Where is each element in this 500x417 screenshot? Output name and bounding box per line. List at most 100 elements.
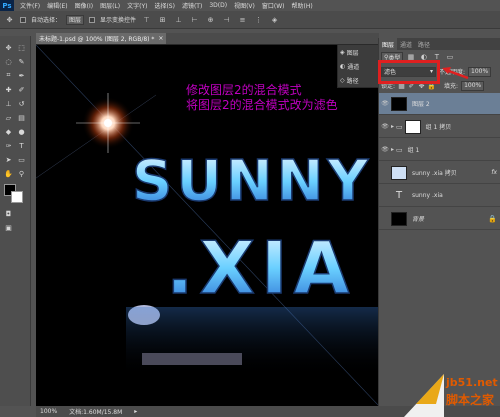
history-brush-icon[interactable]: ↺: [16, 98, 27, 109]
dock-item-paths[interactable]: ◇ 路径: [338, 73, 379, 87]
expand-arrow-icon[interactable]: ▸: [391, 146, 394, 153]
fill-label: 填充:: [444, 83, 459, 90]
type-icon[interactable]: T: [16, 140, 27, 151]
eye-icon[interactable]: 👁: [379, 100, 391, 107]
menu-window[interactable]: 窗口(W): [262, 1, 285, 10]
shape-icon[interactable]: ▭: [16, 154, 27, 165]
photoshop-logo: Ps: [0, 0, 14, 11]
3d-mode-icon[interactable]: ◈: [269, 15, 280, 25]
menu-edit[interactable]: 编辑(E): [47, 1, 67, 10]
blur-icon[interactable]: ◆: [3, 126, 14, 137]
menu-type[interactable]: 文字(Y): [127, 1, 147, 10]
pen-icon[interactable]: ✑: [3, 140, 14, 151]
move-tool-icon[interactable]: ✥: [4, 15, 15, 25]
align-top-icon[interactable]: ⊤: [141, 15, 152, 25]
expand-arrow-icon[interactable]: ▸: [391, 123, 394, 130]
align-right-icon[interactable]: ⊣: [221, 15, 232, 25]
auto-select-checkbox[interactable]: [20, 16, 26, 23]
fill-input[interactable]: 100%: [461, 80, 485, 91]
eraser-icon[interactable]: ▱: [3, 112, 14, 123]
stamp-icon[interactable]: ⊥: [3, 98, 14, 109]
menu-layer[interactable]: 图层(L): [100, 1, 120, 10]
eyedropper-icon[interactable]: ✒: [16, 70, 27, 81]
screen-mode-icon[interactable]: ▣: [3, 222, 14, 233]
menu-3d[interactable]: 3D(D): [209, 2, 227, 9]
dock-item-layers[interactable]: ◈ 图层: [338, 45, 379, 59]
crop-icon[interactable]: ⌗: [3, 70, 14, 81]
menu-help[interactable]: 帮助(H): [292, 1, 313, 10]
eye-icon[interactable]: 👁: [379, 146, 391, 153]
menu-select[interactable]: 选择(S): [154, 1, 175, 10]
auto-select-target-dropdown[interactable]: 图层: [66, 14, 85, 25]
layer-name: sunny .xia: [412, 192, 443, 199]
lasso-icon[interactable]: ◌: [3, 56, 14, 67]
folder-icon: ▭: [396, 145, 403, 154]
quick-mask-icon[interactable]: ◘: [3, 208, 14, 219]
layers-panel-tabs: 图层 通道 路径: [379, 38, 500, 50]
layer-row-selected[interactable]: 👁 图层 2: [379, 93, 500, 115]
close-icon[interactable]: ×: [158, 35, 163, 42]
artwork-line1: SUNNY: [132, 149, 372, 214]
align-bottom-icon[interactable]: ⊥: [173, 15, 184, 25]
align-middle-icon[interactable]: ⊞: [157, 15, 168, 25]
layer-mask-thumbnail: [404, 119, 421, 134]
expand-arrow-icon[interactable]: ▸: [134, 408, 137, 415]
reflection-bar: [142, 353, 242, 365]
healing-icon[interactable]: ✚: [3, 84, 14, 95]
tab-channels[interactable]: 通道: [397, 38, 415, 50]
layers-panel: 图层 通道 路径 ⚲类型 ▦ ◐ T ▭ 滤色▾ 不透明度: 100% 锁定: …: [378, 38, 500, 406]
path-select-icon[interactable]: ➤: [3, 154, 14, 165]
dodge-icon[interactable]: ●: [16, 126, 27, 137]
document-tab-bar: 未标题-1.psd @ 100% (图层 2, RGB/8) * ×: [36, 33, 379, 44]
dock-item-channels[interactable]: ◐ 通道: [338, 59, 379, 73]
menu-bar: Ps 文件(F) 编辑(E) 图像(I) 图层(L) 文字(Y) 选择(S) 滤…: [0, 0, 500, 11]
reflection: [126, 307, 379, 377]
path-icon: ◇: [340, 76, 345, 84]
align-center-icon[interactable]: ⊕: [205, 15, 216, 25]
tools-panel: ✥ ⬚ ◌ ✎ ⌗ ✒ ✚ ✐ ⊥ ↺ ▱ ▤ ◆ ● ✑ T ➤ ▭ ✋ ⚲ …: [0, 36, 31, 406]
layer-row[interactable]: 👁 ▸ ▭ 组 1: [379, 139, 500, 161]
menu-file[interactable]: 文件(F): [20, 1, 40, 10]
highlight-box: [378, 60, 440, 84]
tab-layers[interactable]: 图层: [379, 38, 398, 50]
move-icon[interactable]: ✥: [3, 42, 14, 53]
distribute-h-icon[interactable]: ⋮: [253, 15, 264, 25]
layer-thumbnail: [391, 211, 407, 226]
lock-icon: 🔒: [488, 214, 497, 223]
annotation-line2: 将图层2的混合模式改为滤色: [186, 98, 338, 112]
gradient-icon[interactable]: ▤: [16, 112, 27, 123]
zoom-icon[interactable]: ⚲: [16, 168, 27, 179]
menu-image[interactable]: 图像(I): [75, 1, 93, 10]
menu-filter[interactable]: 滤镜(T): [182, 1, 202, 10]
menu-view[interactable]: 视图(V): [234, 1, 255, 10]
fx-badge[interactable]: fx: [491, 169, 497, 176]
layer-row[interactable]: 背景 🔒: [379, 208, 500, 230]
brush-icon[interactable]: ✐: [16, 84, 27, 95]
align-left-icon[interactable]: ⊢: [189, 15, 200, 25]
tab-paths[interactable]: 路径: [415, 38, 433, 50]
quick-select-icon[interactable]: ✎: [16, 56, 27, 67]
document-tab[interactable]: 未标题-1.psd @ 100% (图层 2, RGB/8) * ×: [36, 33, 167, 44]
zoom-level[interactable]: 100%: [40, 408, 57, 415]
annotation-line1: 修改图层2的混合模式: [186, 83, 302, 97]
folder-icon: ▭: [396, 122, 403, 131]
instruction-annotation: 修改图层2的混合模式 将图层2的混合模式改为滤色: [186, 83, 338, 113]
filter-shape-icon[interactable]: ▭: [444, 52, 455, 62]
text-layer-icon: T: [395, 190, 403, 201]
circle-half-icon: ◐: [340, 62, 346, 70]
document-size: 文档:1.60M/15.8M: [69, 409, 123, 416]
show-transform-checkbox[interactable]: [89, 16, 96, 23]
distribute-icon[interactable]: ≡: [237, 15, 248, 25]
layer-name: sunny .xia 拷贝: [412, 170, 457, 177]
opacity-input[interactable]: 100%: [468, 66, 492, 77]
marquee-icon[interactable]: ⬚: [16, 42, 27, 53]
layer-row[interactable]: 👁 ▸ ▭ 组 1 拷贝: [379, 116, 500, 138]
hand-icon[interactable]: ✋: [3, 168, 14, 179]
layer-row[interactable]: T sunny .xia: [379, 185, 500, 207]
eye-icon[interactable]: 👁: [379, 123, 391, 130]
background-color-swatch[interactable]: [11, 191, 23, 203]
canvas[interactable]: SUNNY .XIA 修改图层2的混合模式 将图层2的混合模式改为滤色: [36, 45, 379, 406]
dock-item-label: 图层: [346, 49, 359, 57]
layer-row[interactable]: sunny .xia 拷贝 fx: [379, 162, 500, 184]
document-window: 未标题-1.psd @ 100% (图层 2, RGB/8) * × SUNNY…: [36, 33, 379, 406]
